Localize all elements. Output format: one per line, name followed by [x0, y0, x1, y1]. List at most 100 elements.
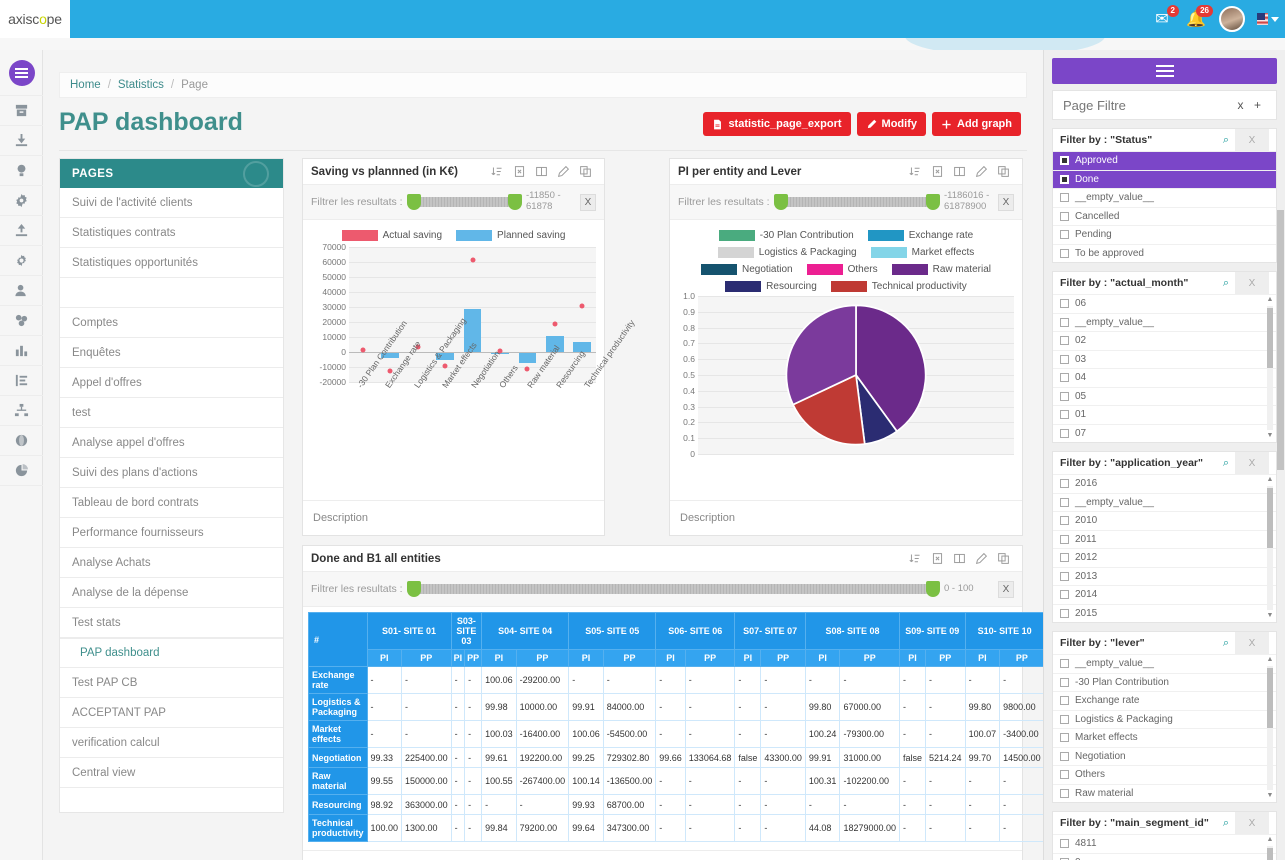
rail-user[interactable]	[0, 276, 43, 306]
table-corner-header[interactable]: #	[308, 612, 368, 667]
checkbox-icon[interactable]	[1060, 479, 1069, 489]
pencil-icon[interactable]	[553, 160, 574, 184]
pane-scrollbar[interactable]	[1277, 210, 1284, 470]
sidebar-item-appel-d-offres[interactable]: Appel d'offres	[60, 368, 283, 398]
checkbox-icon[interactable]	[1060, 230, 1069, 240]
table-sub-header[interactable]: PP	[684, 649, 736, 667]
clear-filter-button[interactable]: X	[580, 193, 596, 211]
legend-item[interactable]: Market effects	[870, 247, 974, 258]
breadcrumb-home[interactable]: Home	[70, 79, 101, 91]
sidebar-item-performance-fournisseurs[interactable]: Performance fournisseurs	[60, 518, 283, 548]
checkbox-icon[interactable]	[1060, 299, 1069, 309]
filter-option[interactable]: __empty_value__	[1053, 188, 1276, 207]
table-sub-header[interactable]: PP	[925, 649, 966, 667]
rail-settings[interactable]	[0, 186, 43, 216]
rail-sitemap[interactable]	[0, 396, 43, 426]
checkbox-icon[interactable]	[1060, 839, 1069, 849]
sort-az-icon[interactable]	[905, 160, 926, 184]
sort-az-icon[interactable]	[487, 160, 508, 184]
modify-button[interactable]: Modify	[856, 112, 926, 136]
table-sub-header[interactable]: PP	[464, 649, 483, 667]
table-site-header[interactable]: S03- SITE 03	[450, 612, 483, 650]
range-slider[interactable]	[406, 581, 940, 597]
avatar[interactable]	[1219, 6, 1245, 32]
checkbox-icon[interactable]	[1060, 193, 1069, 203]
filter-list-scrollbar[interactable]: ▲▼	[1266, 476, 1274, 620]
scroll-up-arrow[interactable]: ▲	[1266, 296, 1274, 304]
language-selector[interactable]	[1257, 8, 1279, 30]
rail-list[interactable]	[0, 366, 43, 396]
filter-option[interactable]: 2010	[1053, 511, 1276, 530]
slider-handle-right[interactable]	[508, 194, 522, 210]
filter-option[interactable]: 07	[1053, 423, 1276, 443]
close-icon[interactable]: x	[1232, 97, 1249, 114]
filter-option[interactable]: 06	[1053, 294, 1276, 313]
search-icon[interactable]: ⌕	[1217, 134, 1235, 147]
filter-option[interactable]: 2011	[1053, 529, 1276, 549]
checkbox-icon[interactable]	[1060, 174, 1069, 184]
legend-item[interactable]: Resourcing	[725, 281, 817, 292]
checkbox-icon[interactable]	[1060, 696, 1069, 706]
filter-option[interactable]: 02	[1053, 331, 1276, 350]
export-file-icon[interactable]	[927, 547, 948, 571]
table-site-header[interactable]: S05- SITE 05	[568, 612, 657, 650]
rail-archive[interactable]	[0, 96, 43, 126]
table-site-header[interactable]: S09- SITE 09	[899, 612, 966, 650]
rail-upload[interactable]	[0, 216, 43, 246]
table-site-header[interactable]: S01- SITE 01	[366, 612, 452, 650]
slider-handle-left[interactable]	[773, 194, 788, 210]
filter-option[interactable]: 2013	[1053, 566, 1276, 586]
filter-option[interactable]: 2014	[1053, 585, 1276, 604]
filter-list-scrollbar[interactable]: ▲▼	[1266, 296, 1274, 440]
checkbox-icon[interactable]	[1060, 317, 1069, 327]
table-sub-header[interactable]: PP	[401, 649, 452, 667]
sidebar-item-central-view[interactable]: Central view	[60, 758, 283, 788]
checkbox-icon[interactable]	[1060, 428, 1069, 438]
scroll-up-arrow[interactable]: ▲	[1266, 656, 1274, 664]
checkbox-icon[interactable]	[1060, 373, 1069, 383]
rail-config[interactable]	[0, 246, 43, 276]
table-site-header[interactable]: S07- SITE 07	[734, 612, 806, 650]
filter-pane-toggle[interactable]	[1052, 58, 1277, 84]
filter-option[interactable]: Raw material	[1053, 783, 1276, 803]
scrollbar-thumb[interactable]	[1267, 848, 1273, 860]
filter-option[interactable]: __empty_value__	[1053, 492, 1276, 512]
sidebar-item-test-stats[interactable]: Test stats	[60, 608, 283, 638]
filter-list-scrollbar[interactable]: ▲▼	[1266, 836, 1274, 860]
table-sub-header[interactable]: PI	[450, 649, 466, 667]
table-site-header[interactable]: S04- SITE 04	[481, 612, 570, 650]
search-icon[interactable]: ⌕	[1217, 277, 1235, 290]
checkbox-icon[interactable]	[1060, 497, 1069, 507]
sidebar-item-pap-dashboard[interactable]: PAP dashboard	[60, 638, 283, 668]
columns-icon[interactable]	[949, 160, 970, 184]
table-site-header[interactable]: S06- SITE 06	[655, 612, 736, 650]
legend-item[interactable]: Negotiation	[701, 264, 793, 275]
pencil-icon[interactable]	[971, 160, 992, 184]
checkbox-icon[interactable]	[1060, 336, 1069, 346]
filter-option[interactable]: Market effects	[1053, 728, 1276, 747]
add-graph-button[interactable]: Add graph	[932, 112, 1021, 136]
checkbox-icon[interactable]	[1060, 677, 1069, 687]
filter-option[interactable]: Logistics & Packaging	[1053, 709, 1276, 729]
filter-option[interactable]: Done	[1053, 169, 1276, 188]
checkbox-icon[interactable]	[1060, 553, 1069, 563]
clear-filter-button[interactable]: X	[1235, 272, 1269, 294]
sidebar-item-statistiques-contrats[interactable]: Statistiques contrats	[60, 218, 283, 248]
table-sub-header[interactable]: PI	[568, 649, 604, 667]
copy-icon[interactable]	[575, 160, 596, 184]
table-sub-header[interactable]: PP	[760, 649, 806, 667]
scroll-up-arrow[interactable]: ▲	[1266, 836, 1274, 844]
clear-filter-button[interactable]: X	[998, 193, 1014, 211]
scrollbar-thumb[interactable]	[1267, 308, 1273, 368]
sidebar-item-suivi-de-l-activit-clients[interactable]: Suivi de l'activité clients	[60, 188, 283, 218]
filter-option[interactable]: -30 Plan Contribution	[1053, 672, 1276, 692]
slider-handle-right[interactable]	[926, 194, 940, 210]
checkbox-icon[interactable]	[1060, 248, 1069, 258]
filter-option[interactable]: Pending	[1053, 225, 1276, 244]
legend-item[interactable]: Planned saving	[456, 230, 565, 241]
brand-logo[interactable]: axiscope	[0, 0, 70, 38]
checkbox-icon[interactable]	[1060, 770, 1069, 780]
checkbox-icon[interactable]	[1060, 211, 1069, 221]
search-icon[interactable]: ⌕	[1217, 457, 1235, 470]
table-site-header[interactable]: S10- SITE 10	[964, 612, 1045, 650]
